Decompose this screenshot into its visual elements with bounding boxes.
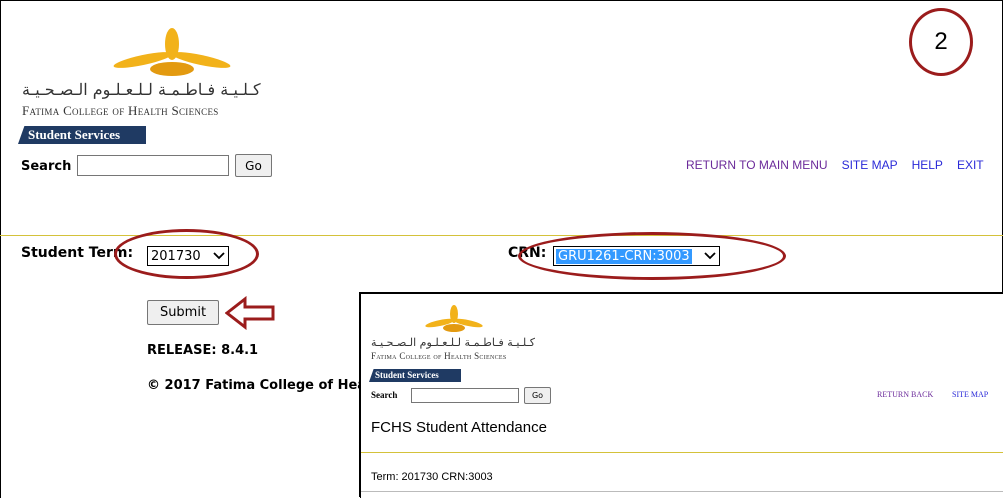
release-text: RELEASE: 8.4.1 xyxy=(147,343,259,358)
inset-page-title: FCHS Student Attendance xyxy=(371,419,547,436)
search-input[interactable] xyxy=(77,155,229,176)
logo-flower-icon xyxy=(113,28,231,76)
inset-search-go-button[interactable]: Go xyxy=(524,387,551,404)
inset-bottom-rule xyxy=(361,491,1003,492)
inset-nav-site-map[interactable]: SITE MAP xyxy=(952,390,988,399)
inset-student-services-tab[interactable]: Student Services xyxy=(369,369,461,382)
top-navigation: RETURN TO MAIN MENU SITE MAP HELP EXIT xyxy=(686,158,984,172)
nav-help[interactable]: HELP xyxy=(912,158,943,172)
inset-nav-return-back[interactable]: RETURN BACK xyxy=(877,390,933,399)
submit-button[interactable]: Submit xyxy=(147,300,219,325)
step-number-text: 2 xyxy=(934,28,948,55)
student-services-tab[interactable]: Student Services xyxy=(18,126,146,144)
nav-exit[interactable]: EXIT xyxy=(957,158,984,172)
term-highlight-oval xyxy=(114,229,259,279)
nav-return-main-menu[interactable]: RETURN TO MAIN MENU xyxy=(686,158,828,172)
inset-term-crn: Term: 201730 CRN:3003 xyxy=(371,471,493,483)
college-name-english: Fatima College of Health Sciences xyxy=(22,103,219,118)
inset-logo-flower-icon xyxy=(425,305,483,332)
submit-arrow-icon xyxy=(224,295,275,334)
copyright-text: © 2017 Fatima College of Heal xyxy=(147,378,371,393)
search-go-button[interactable]: Go xyxy=(235,154,272,177)
inset-header-rule xyxy=(361,452,1003,453)
crn-highlight-oval xyxy=(518,232,786,280)
college-logo xyxy=(105,22,235,82)
search-label: Search xyxy=(21,159,72,174)
inset-search-input[interactable] xyxy=(411,388,519,403)
inset-college-name-english: Fatima College of Health Sciences xyxy=(371,351,507,361)
step-number-badge: 2 xyxy=(909,8,973,76)
inset-college-name-arabic: كـلـيـة فـاطـمـة لـلـعـلـوم الـصـحـيـة xyxy=(371,336,536,349)
inset-college-logo xyxy=(423,302,483,334)
college-name-arabic: كـلـيـة فـاطـمـة لـلـعـلـوم الـصـحـيـة xyxy=(22,80,261,99)
attendance-page-inset: كـلـيـة فـاطـمـة لـلـعـلـوم الـصـحـيـة F… xyxy=(360,293,1003,498)
nav-site-map[interactable]: SITE MAP xyxy=(842,158,898,172)
inset-search-label: Search xyxy=(371,390,398,400)
